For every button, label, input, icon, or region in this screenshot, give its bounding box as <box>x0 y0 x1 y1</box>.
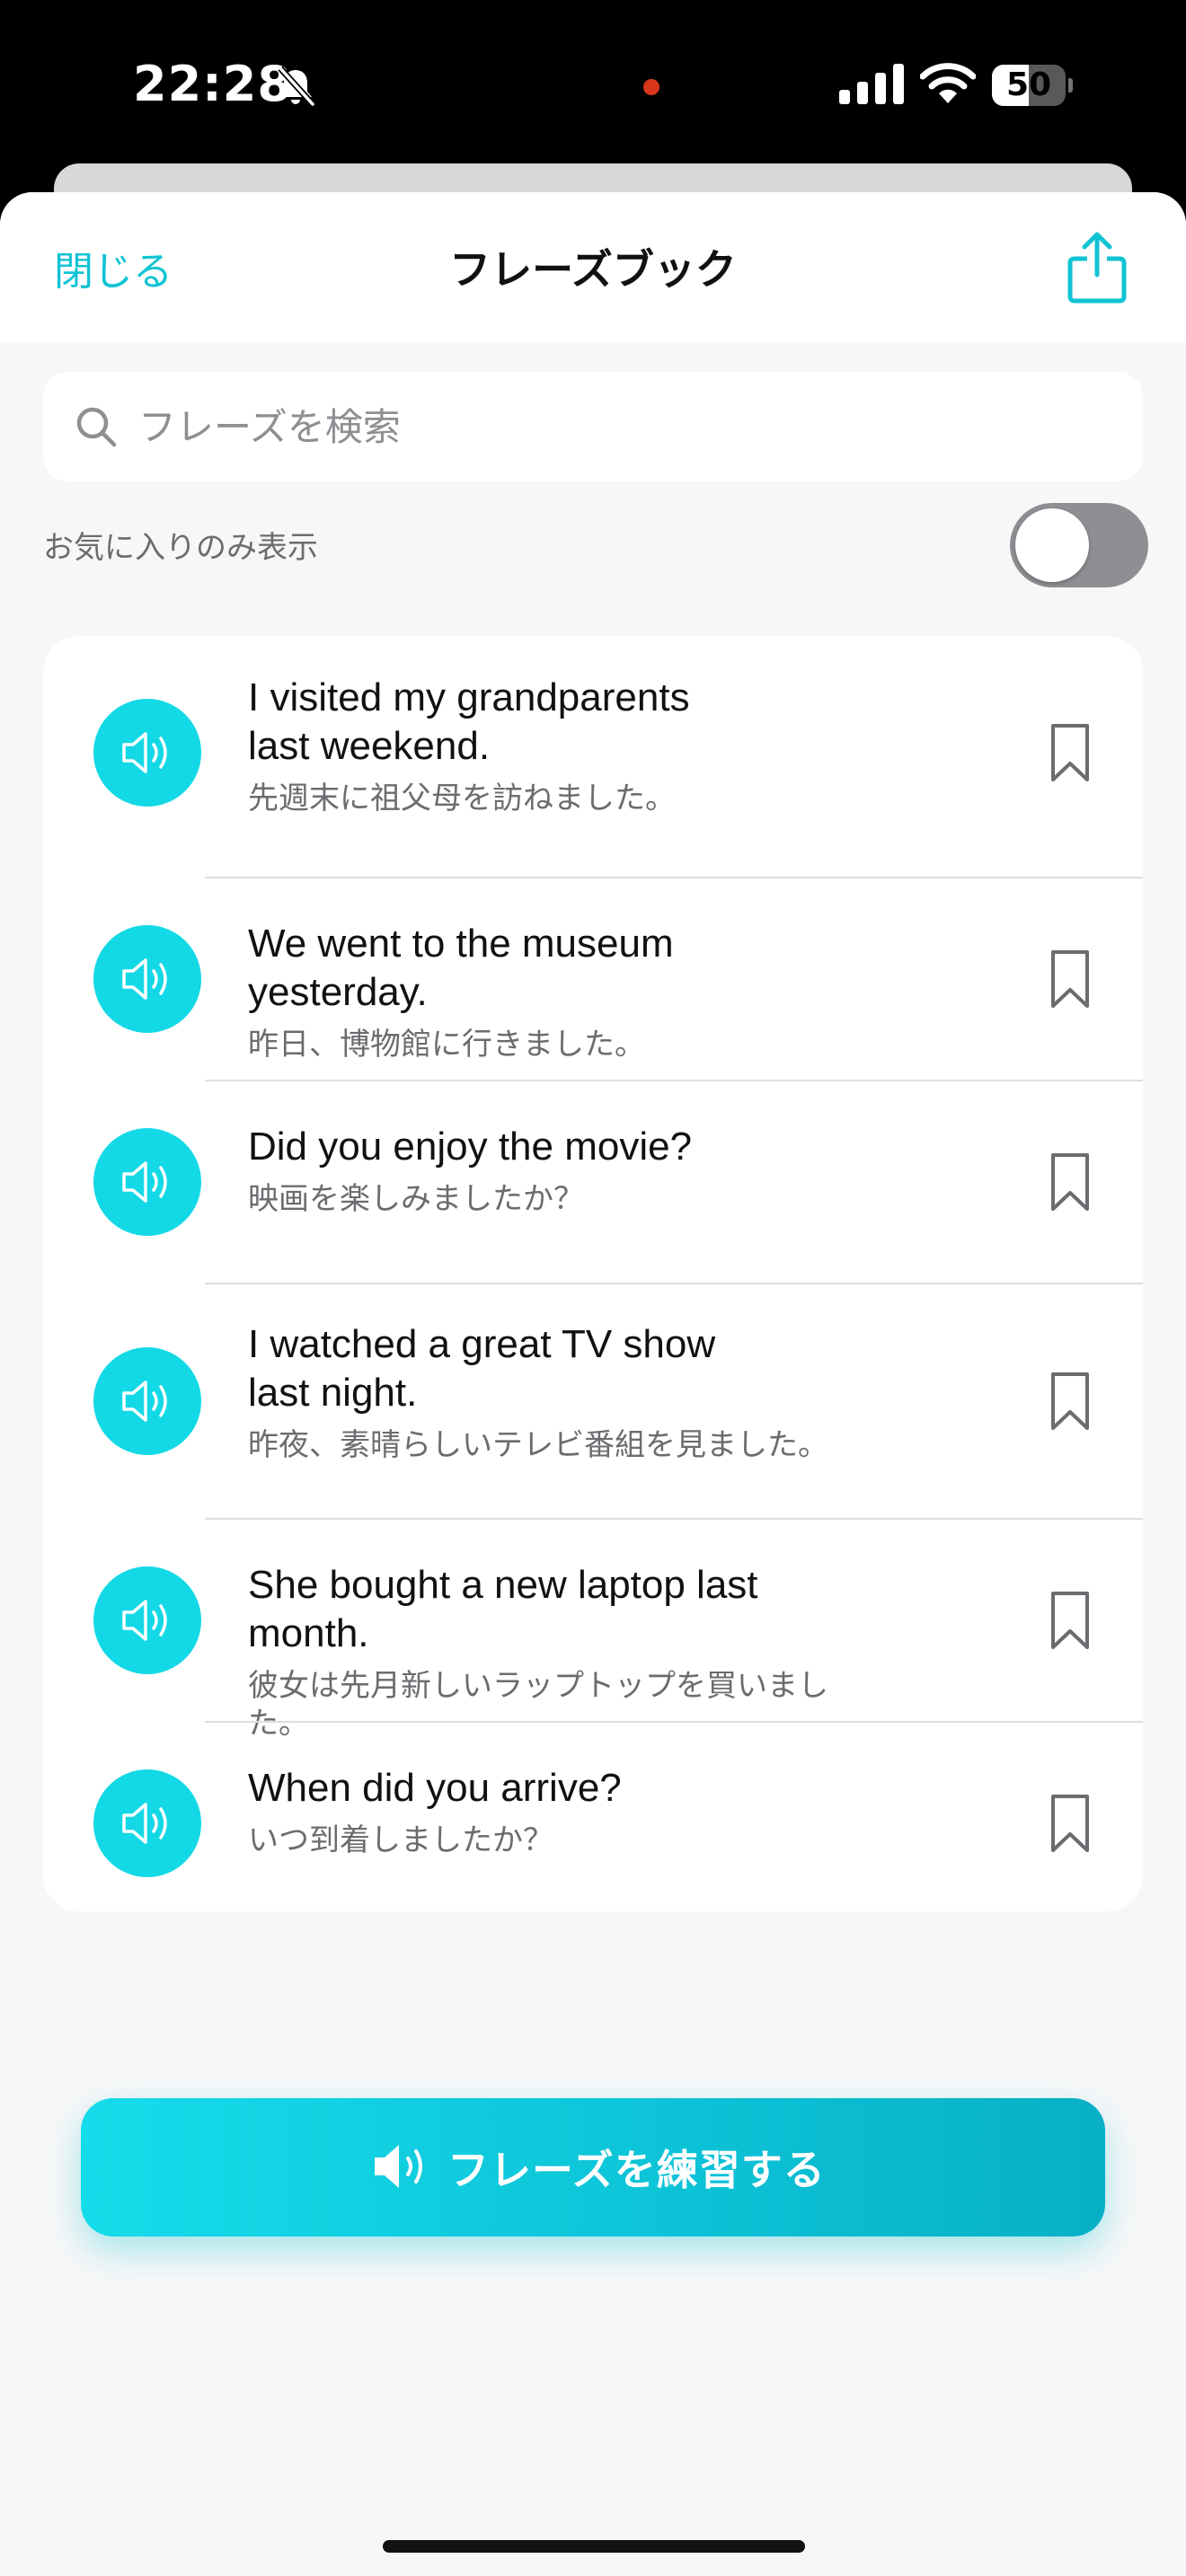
phrase-japanese: 映画を楽しみましたか？ <box>248 1181 584 1217</box>
bell-slash-icon <box>278 66 315 107</box>
bookmark-icon[interactable] <box>1048 1151 1093 1214</box>
navigation-bar: 閉じる フレーズブック <box>0 192 1186 343</box>
speaker-icon <box>122 1600 167 1641</box>
close-button[interactable]: 閉じる <box>54 239 173 296</box>
battery-level: 50 <box>1005 66 1052 103</box>
bookmark-icon[interactable] <box>1048 1793 1093 1856</box>
speak-button[interactable] <box>93 699 201 807</box>
practice-phrases-button[interactable]: フレーズを練習する <box>81 2098 1105 2236</box>
phrase-japanese: いつ到着しましたか？ <box>248 1822 553 1858</box>
share-icon[interactable] <box>1066 230 1128 305</box>
bookmark-icon[interactable] <box>1048 1371 1093 1434</box>
speaker-icon <box>122 1803 167 1844</box>
phrase-english: I watched a great TV show last night. <box>248 1322 716 1415</box>
battery-icon: 50 <box>992 65 1073 106</box>
speak-button[interactable] <box>93 925 201 1033</box>
phrase-english: Did you enjoy the movie? <box>248 1125 693 1169</box>
search-bar[interactable] <box>43 372 1143 481</box>
phrase-row: She bought a new laptop last month. 彼女は先… <box>43 1520 1143 1742</box>
speak-button[interactable] <box>93 1347 201 1455</box>
phrase-row: I visited my grandparents last weekend. 先… <box>43 636 1143 878</box>
phrase-english: I visited my grandparents last weekend. <box>248 675 690 768</box>
bookmark-icon[interactable] <box>1048 948 1093 1011</box>
phrase-english: We went to the museum yesterday. <box>248 922 674 1014</box>
speaker-icon <box>122 1161 167 1203</box>
bookmark-icon[interactable] <box>1048 722 1093 785</box>
phrase-text: I visited my grandparents last weekend. 先… <box>248 674 841 817</box>
search-icon <box>76 407 117 447</box>
recording-indicator <box>643 79 659 95</box>
signal-icon <box>839 64 904 104</box>
toggle-knob <box>1015 508 1089 582</box>
phrase-text: Did you enjoy the movie? 映画を楽しみましたか？ <box>248 1123 841 1218</box>
phrase-row: We went to the museum yesterday. 昨日、博物館に… <box>43 878 1143 1081</box>
speaker-icon <box>122 732 167 773</box>
phrase-japanese: 先週末に祖父母を訪ねました。 <box>248 781 676 816</box>
speak-button[interactable] <box>93 1566 201 1674</box>
phrase-row: I watched a great TV show last night. 昨夜、… <box>43 1284 1143 1520</box>
phrase-row: Did you enjoy the movie? 映画を楽しみましたか？ <box>43 1081 1143 1284</box>
status-bar: 22:28 50 <box>0 0 1186 171</box>
speak-button[interactable] <box>93 1769 201 1877</box>
favorites-only-label: お気に入りのみ表示 <box>43 530 318 566</box>
favorites-only-toggle[interactable] <box>1010 503 1148 587</box>
phrase-text: When did you arrive? いつ到着しましたか？ <box>248 1764 841 1859</box>
page-title: フレーズブック <box>449 245 737 294</box>
phrase-row: When did you arrive? いつ到着しましたか？ <box>43 1723 1143 1911</box>
speaker-icon <box>122 1381 167 1422</box>
phrase-text: We went to the museum yesterday. 昨日、博物館に… <box>248 920 841 1063</box>
speaker-icon <box>375 2145 422 2188</box>
speaker-icon <box>122 958 167 1000</box>
home-indicator[interactable] <box>383 2540 805 2553</box>
speak-button[interactable] <box>93 1128 201 1236</box>
phrase-text: She bought a new laptop last month. 彼女は先… <box>248 1561 841 1742</box>
phrase-text: I watched a great TV show last night. 昨夜、… <box>248 1320 841 1464</box>
phrase-list: I visited my grandparents last weekend. 先… <box>43 636 1143 1911</box>
search-input[interactable] <box>138 372 1109 481</box>
wifi-icon <box>920 63 976 103</box>
bookmark-icon[interactable] <box>1048 1590 1093 1653</box>
phrase-english: She bought a new laptop last month. <box>248 1563 758 1655</box>
phrase-japanese: 昨日、博物館に行きました。 <box>248 1027 645 1063</box>
phrase-japanese: 昨夜、素晴らしいテレビ番組を見ました。 <box>248 1427 828 1463</box>
status-time: 22:28 <box>133 56 292 112</box>
practice-phrases-label: フレーズを練習する <box>447 2146 826 2194</box>
phrase-english: When did you arrive? <box>248 1766 622 1810</box>
